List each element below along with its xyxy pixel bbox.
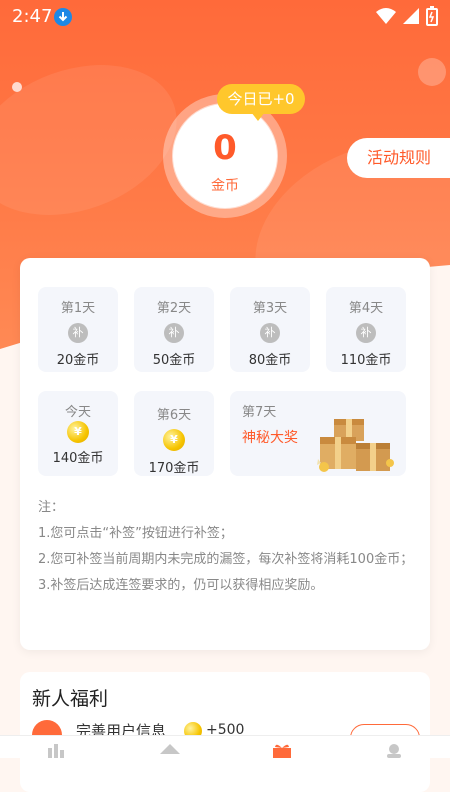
day-reward: 20金币 bbox=[56, 353, 100, 368]
day-reward: 80金币 bbox=[248, 353, 292, 368]
note-item: 1.您可点击“补签”按钮进行补签； bbox=[38, 526, 233, 541]
wifi-icon bbox=[376, 8, 396, 24]
notes-title: 注： bbox=[38, 500, 65, 515]
note-item: 3.补签后达成连签要求的，仍可以获得相应奖励。 bbox=[38, 578, 324, 593]
battery-icon bbox=[426, 6, 438, 26]
mystery-prize-label: 神秘大奖 bbox=[242, 430, 298, 446]
gift-icon bbox=[317, 419, 394, 472]
tab-profile[interactable] bbox=[382, 742, 406, 758]
checkin-card: 第1天 补 20金币 第2天 补 50金币 第3天 补 80金币 第4天 补 1… bbox=[20, 258, 430, 650]
day-label: 第2天 bbox=[156, 301, 192, 316]
coin-total-value: 0 bbox=[213, 128, 237, 168]
tab-home[interactable] bbox=[158, 742, 182, 758]
day-card-4[interactable]: 第4天 补 110金币 bbox=[326, 287, 406, 372]
tab-welfare[interactable] bbox=[270, 742, 294, 758]
status-icons bbox=[376, 6, 438, 26]
day-label: 第6天 bbox=[156, 408, 192, 423]
home-icon bbox=[160, 744, 180, 754]
day-card-2[interactable]: 第2天 补 50金币 bbox=[134, 287, 214, 372]
download-icon bbox=[54, 8, 72, 26]
makeup-checkin-icon[interactable]: 补 bbox=[260, 323, 280, 343]
day-reward: 50金币 bbox=[152, 353, 196, 368]
day-label: 第3天 bbox=[252, 301, 288, 316]
newcomer-benefits-title: 新人福利 bbox=[32, 688, 109, 710]
day-reward: 110金币 bbox=[340, 353, 392, 368]
day-card-1[interactable]: 第1天 补 20金币 bbox=[38, 287, 118, 372]
coin-icon: ¥ bbox=[163, 429, 185, 451]
newcomer-benefits-card: 新人福利 完善用户信息 +500 bbox=[20, 672, 430, 792]
gift-tab-icon bbox=[273, 744, 291, 758]
day-card-3[interactable]: 第3天 补 80金币 bbox=[230, 287, 310, 372]
day-card-7[interactable]: 第7天 神秘大奖 bbox=[230, 391, 406, 476]
activity-rules-button[interactable]: 活动规则 bbox=[347, 138, 450, 178]
checkin-notes: 注： 1.您可点击“补签”按钮进行补签； 2.您可补签当前周期内未完成的漏签，每… bbox=[38, 498, 418, 602]
bottom-tab-bar bbox=[0, 735, 450, 758]
day-card-6[interactable]: 第6天 ¥ 170金币 bbox=[134, 391, 214, 476]
status-time: 2:47 bbox=[12, 6, 53, 27]
day-label: 第7天 bbox=[242, 405, 277, 420]
day-label: 第4天 bbox=[348, 301, 384, 316]
note-item: 2.您可补签当前周期内未完成的漏签，每次补签将消耗100金币； bbox=[38, 552, 414, 567]
day-reward: 170金币 bbox=[148, 461, 200, 476]
signal-icon bbox=[403, 8, 419, 24]
makeup-checkin-icon[interactable]: 补 bbox=[68, 323, 88, 343]
coin-total-unit: 金币 bbox=[211, 178, 239, 194]
user-icon bbox=[387, 744, 401, 758]
tab-stats[interactable] bbox=[44, 742, 68, 758]
day-label: 第1天 bbox=[60, 301, 96, 316]
day-label: 今天 bbox=[64, 405, 91, 420]
status-bar: 2:47 bbox=[0, 0, 450, 34]
today-earned-badge: 今日已+0 bbox=[217, 84, 305, 121]
hero-dot-decoration bbox=[12, 82, 22, 92]
bar-chart-icon bbox=[48, 744, 64, 758]
coin-icon: ¥ bbox=[67, 421, 89, 443]
day-reward: 140金币 bbox=[52, 451, 104, 466]
day-card-today[interactable]: 今天 ¥ 140金币 bbox=[38, 391, 118, 476]
hero-dot-decoration bbox=[418, 58, 446, 86]
makeup-checkin-icon[interactable]: 补 bbox=[164, 323, 184, 343]
makeup-checkin-icon[interactable]: 补 bbox=[356, 323, 376, 343]
